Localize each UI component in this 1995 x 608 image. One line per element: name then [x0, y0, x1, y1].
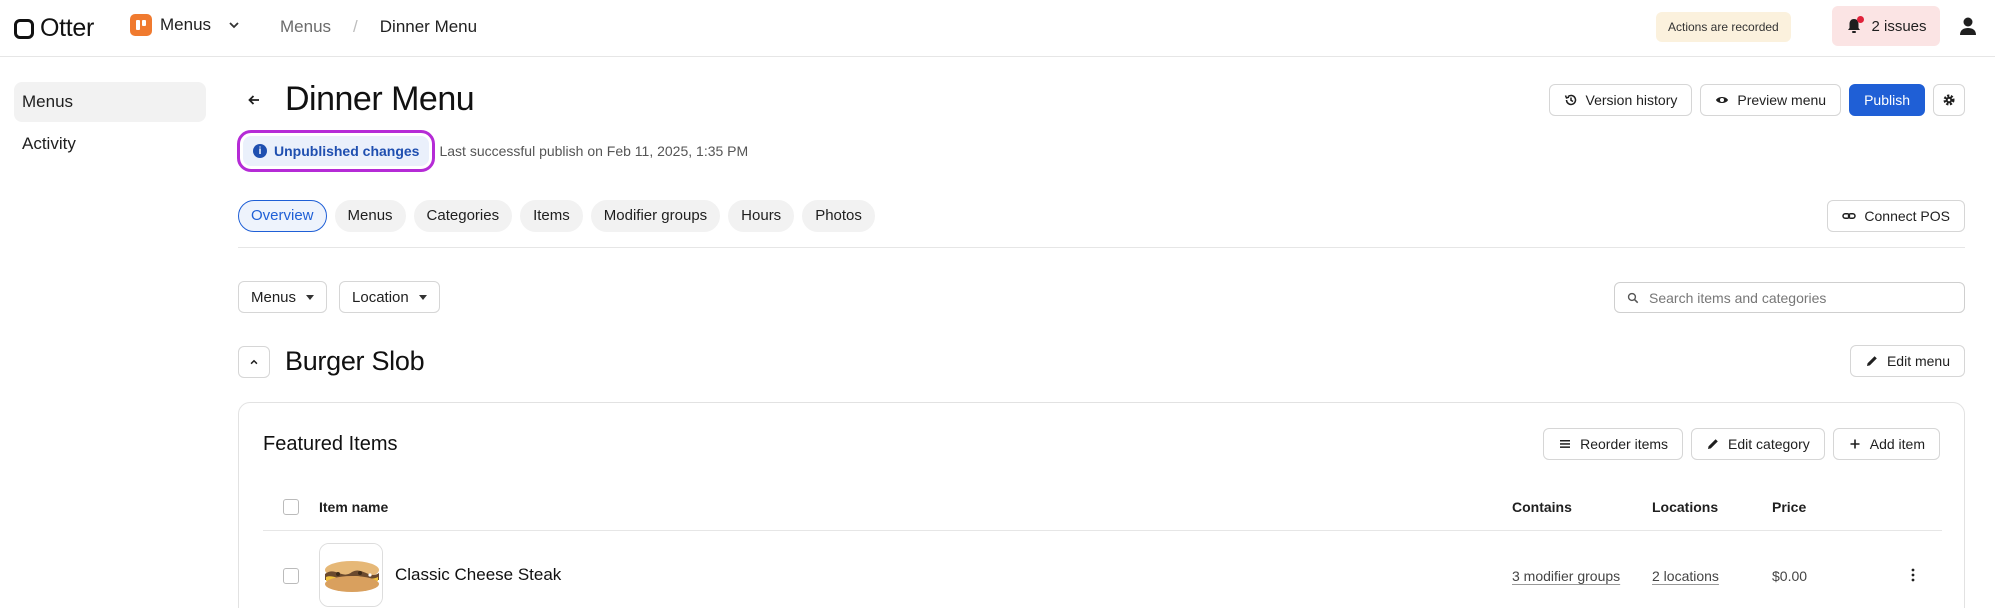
breadcrumb-current: Dinner Menu	[379, 17, 478, 36]
edit-menu-button[interactable]: Edit menu	[1849, 345, 1965, 377]
otter-logo-icon	[14, 18, 34, 39]
column-locations: Locations	[1652, 499, 1719, 515]
eye-icon	[1716, 97, 1729, 103]
menus-filter-dropdown[interactable]: Menus	[238, 281, 328, 313]
tab-overview[interactable]: Overview	[238, 200, 327, 232]
tab-menus[interactable]: Menus	[334, 200, 406, 232]
user-account-icon[interactable]	[1957, 15, 1979, 37]
menus-filter-label: Menus	[251, 288, 297, 306]
app-switcher[interactable]: Menus	[130, 14, 241, 36]
item-price: $0.00	[1772, 568, 1808, 584]
actions-recorded-badge: Actions are recorded	[1656, 12, 1791, 42]
arrow-left-icon	[248, 95, 259, 105]
more-vertical-icon	[1911, 568, 1915, 582]
preview-menu-button[interactable]: Preview menu	[1700, 84, 1842, 116]
sidebar-item-menus[interactable]: Menus	[14, 82, 206, 122]
edit-category-label: Edit category	[1728, 436, 1810, 452]
preview-menu-label: Preview menu	[1737, 92, 1827, 108]
breadcrumb-menus-link[interactable]: Menus	[280, 17, 331, 37]
tab-modifier-groups[interactable]: Modifier groups	[590, 200, 721, 232]
item-thumbnail	[319, 543, 383, 607]
location-filter-label: Location	[352, 288, 409, 306]
item-name: Classic Cheese Steak	[395, 565, 562, 584]
tab-hours[interactable]: Hours	[728, 200, 795, 232]
back-button[interactable]	[240, 88, 268, 112]
status-highlight: i Unpublished changes	[237, 130, 436, 172]
tabs-divider	[238, 247, 1965, 248]
edit-menu-label: Edit menu	[1886, 353, 1950, 369]
menus-app-icon	[130, 14, 152, 36]
modifier-groups-link[interactable]: 3 modifier groups	[1512, 568, 1620, 584]
category-card: Featured Items Reorder items Edit catego…	[238, 402, 1965, 608]
brand-name: Otter	[40, 14, 95, 42]
chevron-up-icon	[250, 359, 258, 365]
otter-logo[interactable]: Otter	[14, 14, 94, 43]
header-actions: Version history Preview menu Publish	[1548, 84, 1965, 116]
locations-link[interactable]: 2 locations	[1652, 568, 1719, 584]
table-row[interactable]: Classic Cheese Steak 3 modifier groups 2…	[263, 531, 1942, 608]
search-field[interactable]	[1614, 282, 1965, 313]
connect-pos-button[interactable]: Connect POS	[1827, 200, 1965, 232]
add-item-label: Add item	[1869, 436, 1925, 452]
last-publish-text: Last successful publish on Feb 11, 2025,…	[439, 143, 749, 159]
issues-label: 2 issues	[1871, 17, 1927, 35]
link-icon	[1842, 213, 1857, 219]
plus-icon	[1850, 439, 1860, 449]
tab-items[interactable]: Items	[520, 200, 583, 232]
gear-icon	[1943, 94, 1955, 106]
breadcrumb-separator: /	[353, 17, 358, 36]
sidebar-item-activity[interactable]: Activity	[14, 124, 206, 164]
sidebar: Menus Activity	[14, 82, 206, 166]
breadcrumb: Menus / Dinner Menu	[280, 17, 477, 37]
pencil-icon	[1866, 356, 1877, 366]
page-title: Dinner Menu	[285, 80, 475, 118]
add-item-button[interactable]: Add item	[1832, 428, 1940, 460]
connect-pos-label: Connect POS	[1864, 208, 1950, 224]
pencil-icon	[1708, 439, 1718, 449]
version-history-label: Version history	[1585, 92, 1678, 108]
app-name: Menus	[160, 15, 212, 34]
column-price: Price	[1772, 499, 1807, 515]
column-item-name: Item name	[319, 499, 389, 515]
top-bar: Otter Menus Menus / Dinner Menu Actions …	[0, 0, 1995, 57]
info-icon: i	[253, 144, 267, 158]
reorder-items-label: Reorder items	[1580, 436, 1669, 452]
collapse-menu-button[interactable]	[238, 346, 270, 378]
search-input[interactable]	[1649, 289, 1949, 306]
row-more-button[interactable]	[1903, 565, 1923, 585]
menu-section-title: Burger Slob	[285, 346, 425, 376]
unpublished-changes-badge[interactable]: i Unpublished changes	[243, 136, 430, 166]
history-icon	[1564, 94, 1576, 106]
items-table-header: Item name Contains Locations Price	[263, 483, 1942, 531]
tab-categories[interactable]: Categories	[413, 200, 513, 232]
version-history-button[interactable]: Version history	[1548, 84, 1693, 116]
unpublished-changes-label: Unpublished changes	[274, 143, 420, 159]
publish-button[interactable]: Publish	[1849, 84, 1925, 116]
section-tabs: Overview Menus Categories Items Modifier…	[238, 200, 875, 232]
chevron-down-icon	[229, 22, 239, 29]
location-filter-dropdown[interactable]: Location	[339, 281, 440, 313]
caret-down-icon	[418, 294, 427, 300]
list-icon	[1560, 440, 1571, 448]
row-checkbox[interactable]	[283, 568, 299, 584]
edit-category-button[interactable]: Edit category	[1691, 428, 1825, 460]
bell-icon	[1845, 16, 1865, 35]
reorder-items-button[interactable]: Reorder items	[1543, 428, 1684, 460]
tab-photos[interactable]: Photos	[802, 200, 875, 232]
publish-status-row: i Unpublished changes Last successful pu…	[237, 130, 748, 172]
search-icon	[1627, 292, 1639, 303]
category-title: Featured Items	[263, 433, 398, 455]
category-actions: Reorder items Edit category Add item	[1543, 428, 1940, 460]
column-contains: Contains	[1512, 499, 1572, 515]
select-all-checkbox[interactable]	[283, 499, 299, 515]
filter-bar: Menus Location	[238, 281, 440, 313]
issues-button[interactable]: 2 issues	[1832, 6, 1940, 46]
settings-button[interactable]	[1933, 84, 1965, 116]
caret-down-icon	[306, 294, 315, 300]
